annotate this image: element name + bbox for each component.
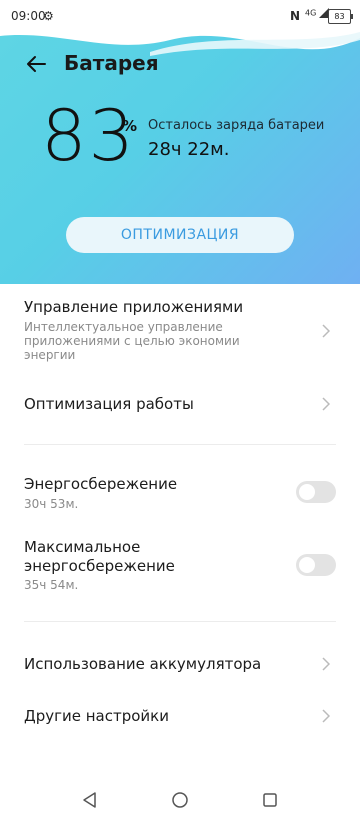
power-saving-item[interactable]: Энергосбережение 30ч 53м. — [0, 466, 360, 522]
power-saving-duration: 30ч 53м. — [24, 497, 79, 511]
nfc-icon: N — [290, 9, 301, 23]
battery-percent: 83 — [41, 95, 137, 177]
toggle-knob — [299, 484, 315, 500]
system-navigation-bar — [0, 780, 360, 820]
app-management-item[interactable]: Управление приложениями Интеллектуальное… — [0, 284, 360, 376]
chevron-right-icon — [322, 709, 330, 723]
app-management-title: Управление приложениями — [24, 298, 244, 316]
battery-usage-title: Использование аккумулятора — [24, 655, 262, 673]
remaining-label: Осталось заряда батареи — [148, 118, 325, 133]
max-power-saving-title: Максимальное энергосбережение — [24, 538, 175, 575]
section-divider — [24, 444, 336, 445]
network-indicator: 4G — [305, 8, 329, 18]
status-bar: 09:00 ⚙ N 4G 83 — [0, 0, 360, 34]
other-settings-item[interactable]: Другие настройки — [0, 694, 360, 740]
max-power-saving-item[interactable]: Максимальное энергосбережение 35ч 54м. — [0, 530, 360, 600]
settings-gear-icon: ⚙ — [43, 9, 54, 23]
back-triangle-icon[interactable] — [80, 790, 100, 810]
other-settings-title: Другие настройки — [24, 707, 169, 725]
chevron-right-icon — [322, 397, 330, 411]
network-type: 4G — [305, 8, 317, 18]
battery-header-panel: 09:00 ⚙ N 4G 83 Батарея 83 % Осталось за… — [0, 0, 360, 284]
optimize-button[interactable]: ОПТИМИЗАЦИЯ — [66, 217, 294, 253]
battery-status-icon: 83 — [328, 9, 353, 24]
battery-usage-item[interactable]: Использование аккумулятора — [0, 642, 360, 688]
recents-square-icon[interactable] — [260, 790, 280, 810]
toggle-knob — [299, 557, 315, 573]
status-time: 09:00 — [11, 9, 46, 23]
power-saving-title: Энергосбережение — [24, 475, 178, 493]
app-management-subtitle: Интеллектуальное управление приложениями… — [24, 320, 240, 362]
section-divider — [24, 621, 336, 622]
max-power-saving-toggle[interactable] — [296, 554, 336, 576]
page-title: Батарея — [64, 51, 159, 75]
work-optimization-item[interactable]: Оптимизация работы — [0, 380, 360, 428]
chevron-right-icon — [322, 657, 330, 671]
home-circle-icon[interactable] — [170, 790, 190, 810]
back-arrow-icon[interactable] — [22, 50, 50, 78]
percent-sign: % — [122, 117, 138, 135]
remaining-time: 28ч 22м. — [148, 139, 230, 160]
power-saving-toggle[interactable] — [296, 481, 336, 503]
max-power-saving-duration: 35ч 54м. — [24, 578, 79, 592]
work-optimization-title: Оптимизация работы — [24, 395, 194, 413]
chevron-right-icon — [322, 324, 330, 338]
